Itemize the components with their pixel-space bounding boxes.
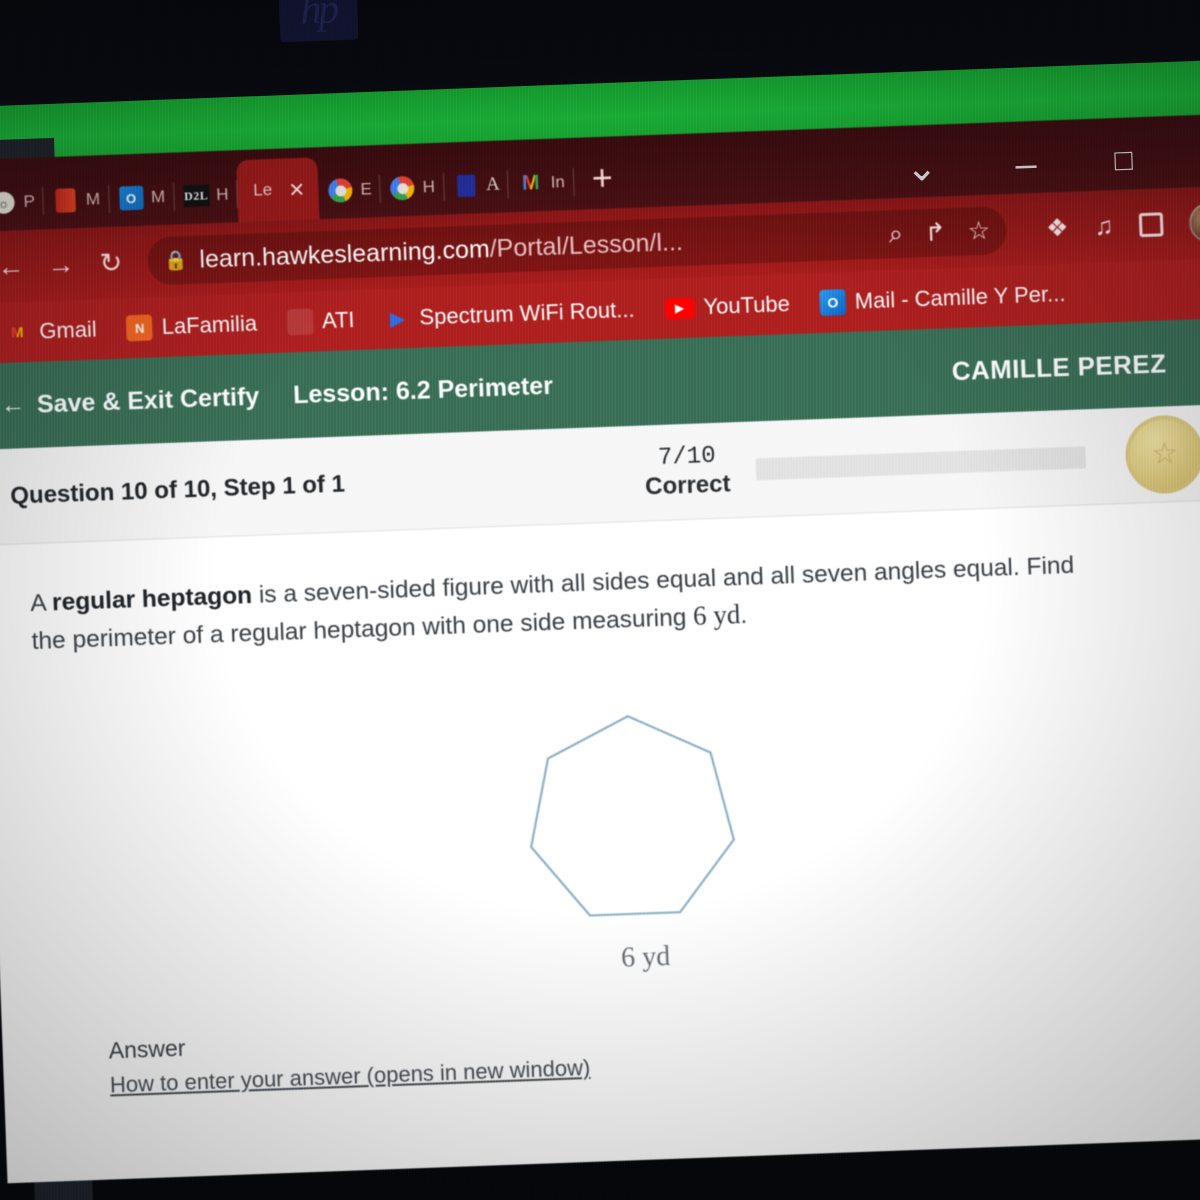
tab-label: H [215, 184, 229, 204]
bookmark-label: Spectrum WiFi Rout... [419, 296, 635, 330]
bookmark-star-icon[interactable]: ☆ [967, 216, 990, 245]
tab-label: M [150, 186, 166, 207]
question-body: A regular heptagon is a seven-sided figu… [0, 499, 1200, 1102]
bookmark-gmail[interactable]: M Gmail [0, 316, 107, 346]
screen-photo: hp ud nes ow ☼ P M O M [0, 0, 1200, 1200]
zoom-out-icon[interactable]: ⌕ [888, 219, 903, 247]
gmail-icon: M [4, 319, 31, 346]
gmail-icon: M [521, 171, 540, 195]
tab-7[interactable]: A [443, 156, 510, 214]
tab-1[interactable]: M [43, 171, 110, 229]
media-playlist-icon[interactable]: ♫ [1094, 212, 1114, 241]
google-icon [389, 175, 416, 202]
score-box: 7/10 Correct [644, 442, 731, 500]
play-icon: ▶ [389, 307, 406, 331]
page-content: ← Save & Exit Certify Lesson: 6.2 Perime… [0, 317, 1200, 1184]
close-icon[interactable]: × [289, 174, 305, 205]
minimize-icon[interactable]: – [1015, 143, 1038, 186]
tab-5[interactable]: E [317, 161, 381, 219]
bookmark-spectrum[interactable]: ▶ Spectrum WiFi Rout... [374, 296, 645, 332]
extensions-puzzle-icon[interactable]: ❖ [1046, 213, 1069, 242]
ati-icon [286, 308, 314, 336]
url-host: learn.hawkeslearning.com [198, 234, 491, 274]
tab-label: In [550, 172, 566, 192]
question-end: . [739, 602, 748, 630]
question-counter: Question 10 of 10, Step 1 of 1 [9, 469, 346, 510]
tab-label: A [485, 173, 501, 196]
new-tab-button[interactable]: + [591, 156, 614, 199]
figure-container: 6 yd [34, 675, 1200, 996]
url-path: /Portal/Lesson/l... [489, 227, 684, 263]
blue-b-icon [453, 172, 480, 199]
lafamilia-icon: N [126, 314, 154, 342]
bookmark-ati[interactable]: ATI [277, 307, 365, 336]
tab-8[interactable]: M In [508, 154, 575, 212]
browser-window: ☼ P M O M D2L H Le × E H A M In + ← → ↻ … [0, 113, 1200, 1200]
bookmark-label: Gmail [38, 316, 98, 344]
split-screen-icon[interactable] [1138, 212, 1164, 238]
question-lead: A [29, 589, 53, 618]
heptagon-figure [529, 715, 736, 917]
google-icon [327, 177, 354, 204]
bookmark-label: LaFamilia [161, 310, 258, 340]
chevron-down-icon[interactable]: ⌄ [905, 147, 938, 190]
user-name: CAMILLE PEREZ [951, 347, 1167, 386]
question-bold-term: regular heptagon [51, 581, 253, 617]
bookmark-lafamilia[interactable]: N LaFamilia [116, 310, 267, 342]
tab-label: E [360, 179, 373, 199]
bookmark-label: Mail - Camille Y Per... [854, 280, 1066, 314]
red-app-icon [52, 187, 79, 214]
tab-6[interactable]: H [380, 159, 445, 217]
back-icon[interactable]: ← [0, 243, 35, 291]
question-text: A regular heptagon is a seven-sided figu… [30, 546, 1117, 660]
how-to-enter-answer-link[interactable]: How to enter your answer (opens in new w… [110, 1055, 591, 1099]
back-arrow-icon[interactable]: ← [1, 391, 26, 420]
globe-icon: ☼ [0, 189, 17, 216]
reload-icon[interactable]: ↻ [87, 239, 135, 287]
url-text: learn.hawkeslearning.com/Portal/Lesson/l… [199, 227, 683, 274]
profile-avatar[interactable] [1188, 201, 1200, 244]
toolbar-icons: ❖ ♫ [1021, 201, 1200, 250]
outlook-icon: O [118, 185, 145, 212]
share-icon[interactable]: ↱ [924, 218, 946, 247]
bookmark-mail[interactable]: O Mail - Camille Y Per... [809, 281, 1075, 317]
figure-side-label: 6 yd [620, 941, 671, 974]
tab-label: M [85, 189, 101, 209]
tab-label: H [422, 176, 436, 197]
forward-icon[interactable]: → [37, 241, 85, 289]
save-exit-certify-link[interactable]: Save & Exit Certify [36, 382, 259, 419]
tab-3[interactable]: D2L H [173, 166, 238, 224]
question-measurement: 6 yd [692, 599, 741, 632]
bookmark-label: ATI [321, 307, 355, 334]
bookmark-youtube[interactable]: ▶ YouTube [654, 291, 800, 322]
tab-label: P [23, 191, 36, 212]
score-caption: Correct [644, 469, 731, 500]
maximize-icon[interactable]: □ [1114, 144, 1133, 178]
tab-2[interactable]: O M [108, 169, 175, 227]
score-value: 7/10 [657, 442, 717, 472]
coin-badge-icon: ☆ [1124, 413, 1200, 495]
youtube-icon: ▶ [664, 297, 695, 320]
tab-label: Le [252, 179, 273, 200]
tab-0[interactable]: ☼ P [0, 173, 45, 231]
hp-logo-icon: hp [278, 0, 359, 43]
answer-title: Answer [108, 1034, 186, 1064]
bookmark-label: YouTube [702, 291, 791, 320]
outlook-icon: O [819, 289, 847, 316]
d2l-icon: D2L [182, 182, 210, 209]
lock-icon: 🔒 [163, 250, 188, 272]
progress-bar [755, 445, 1087, 480]
lesson-title: Lesson: 6.2 Perimeter [292, 371, 554, 409]
tab-active-hawkes[interactable]: Le × [236, 157, 320, 223]
